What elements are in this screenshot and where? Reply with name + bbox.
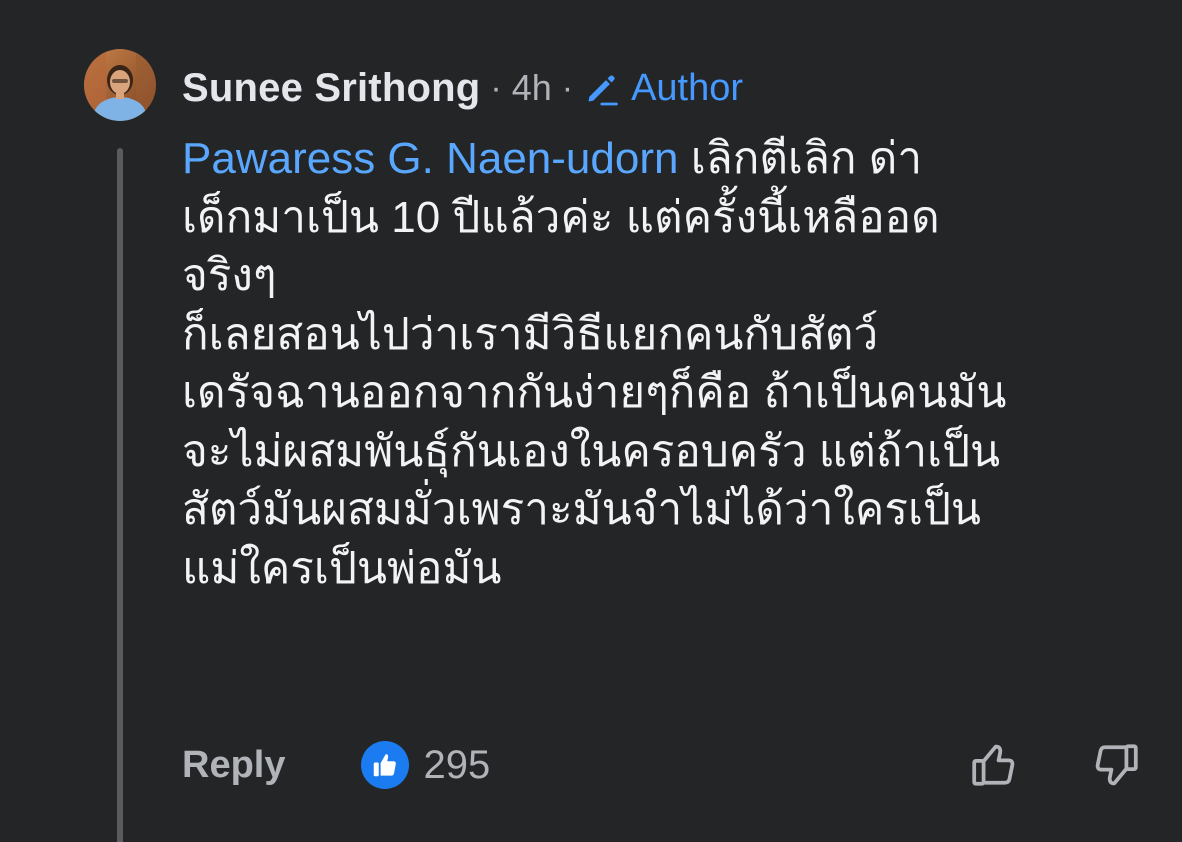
comment-line: เดรัจฉานออกจากกันง่ายๆก็คือ ถ้าเป็นคนมัน — [182, 368, 1007, 417]
comment-text: Pawaress G. Naen-udorn เลิกตีเลิก ด่า เด… — [182, 130, 1172, 598]
comment-line-text: เลิกตีเลิก ด่า — [690, 134, 923, 183]
comment-header: Sunee Srithong · 4h · Author — [182, 60, 743, 116]
comment-line: Pawaress G. Naen-udorn เลิกตีเลิก ด่า — [182, 130, 1172, 189]
reaction-summary[interactable]: 295 — [361, 741, 490, 789]
comment-screen: Sunee Srithong · 4h · Author Pawaress G.… — [0, 0, 1182, 842]
comment-line: ก็เลยสอนไปว่าเรามีวิธีแยกคนกับสัตว์ — [182, 309, 879, 359]
reply-button[interactable]: Reply — [182, 744, 285, 787]
comment-line: จะไม่ผสมพันธุ์กันเองในครอบครัว แต่ถ้าเป็… — [182, 426, 1001, 476]
thread-line — [117, 148, 123, 842]
comment-line: จริงๆ — [182, 251, 277, 300]
comment-time[interactable]: 4h — [512, 67, 552, 109]
like-icon — [361, 741, 410, 789]
thumbs-up-outline-icon[interactable] — [968, 739, 1020, 791]
separator-dot: · — [490, 68, 502, 107]
comment-line: เด็กมาเป็น 10 ปีแล้วค่ะ แต่ครั้งนี้เหลือ… — [182, 192, 940, 242]
like-count: 295 — [423, 742, 491, 787]
mention-link[interactable]: Pawaress G. Naen-udorn — [182, 134, 678, 183]
avatar[interactable] — [84, 49, 156, 121]
pencil-icon — [588, 75, 618, 106]
comment-line: สัตว์มันผสมมั่วเพราะมันจำไม่ได้ว่าใครเป็… — [182, 485, 982, 534]
vote-controls — [968, 739, 1142, 791]
author-badge-label: Author — [631, 66, 744, 109]
author-name[interactable]: Sunee Srithong — [182, 66, 480, 111]
comment-line: แม่ใครเป็นพ่อมัน — [182, 543, 502, 593]
author-badge: Author — [583, 67, 743, 110]
thumbs-down-outline-icon[interactable] — [1090, 739, 1142, 791]
comment-actions: Reply 295 — [182, 735, 1142, 795]
separator-dot: · — [561, 68, 574, 107]
